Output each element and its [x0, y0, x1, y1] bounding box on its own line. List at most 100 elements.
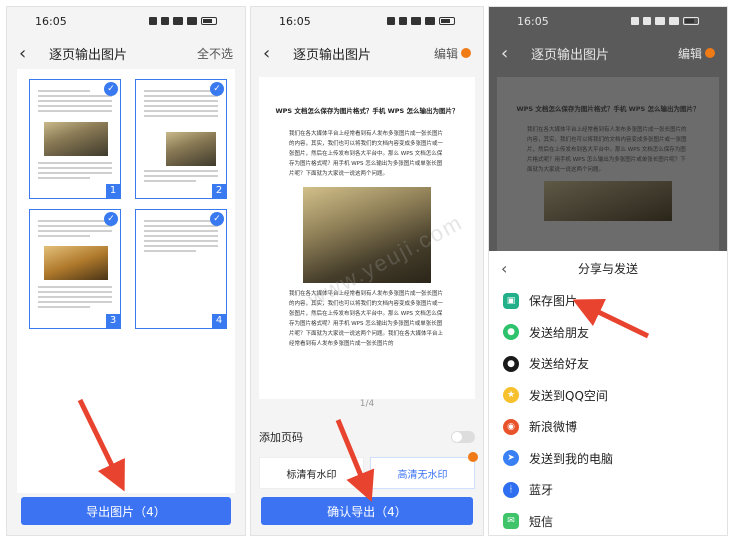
checked-icon[interactable]: ✓ [104, 212, 118, 226]
share-sheet-title: 分享与发送 [577, 261, 638, 276]
share-sheet: ‹ 分享与发送 ▣ 保存图片 ● 发送给朋友 ● 发送给好友 ★ 发送到QQ空间… [489, 251, 727, 535]
quality-options: 标清有水印 高清无水印 [259, 452, 478, 489]
thumbnail-image [44, 122, 108, 156]
share-sheet-header: ‹ 分享与发送 [489, 251, 727, 285]
alarm-icon [149, 17, 157, 25]
doc-image [544, 181, 672, 221]
signal-icon [173, 17, 183, 25]
back-arrow-icon[interactable]: ‹ [501, 259, 521, 278]
page-number: 4 [212, 314, 226, 328]
add-page-number-row: 添加页码 [259, 427, 475, 447]
quality-no-watermark-option[interactable]: 高清无水印 [370, 452, 478, 489]
qq-icon: ● [503, 355, 519, 372]
title-bar: ‹ 逐页输出图片 编辑 [251, 35, 483, 71]
confirm-export-button[interactable]: 确认导出（4） [261, 497, 473, 525]
share-item-weibo[interactable]: ◉ 新浪微博 [489, 411, 727, 443]
export-images-button[interactable]: 导出图片（4） [21, 497, 231, 525]
back-arrow-icon: ‹ [501, 42, 509, 64]
title-bar: ‹ 逐页输出图片 编辑 [489, 35, 727, 71]
checked-icon[interactable]: ✓ [104, 82, 118, 96]
share-item-my-computer[interactable]: ➤ 发送到我的电脑 [489, 443, 727, 475]
page-title: 逐页输出图片 [531, 47, 610, 63]
qzone-star-icon: ★ [503, 387, 519, 404]
edit-button[interactable]: 编辑 [434, 45, 471, 62]
add-page-number-label: 添加页码 [259, 431, 303, 444]
crown-icon [468, 452, 478, 462]
back-arrow-icon[interactable]: ‹ [19, 43, 37, 64]
document-preview: WPS 文档怎么保存为图片格式？手机 WPS 怎么输出为图片？ 我们在各大媒体平… [497, 77, 719, 251]
status-time: 16:05 [35, 14, 67, 28]
page-indicator: 1/4 [359, 399, 375, 409]
share-item-label: 新浪微博 [529, 420, 578, 435]
thumbnail-image [166, 132, 216, 166]
share-item-label: 发送到我的电脑 [529, 451, 614, 466]
signal-icon [425, 17, 435, 25]
bluetooth-icon: ᛂ [503, 481, 519, 498]
share-item-save-image[interactable]: ▣ 保存图片 [489, 285, 727, 317]
share-item-qq[interactable]: ● 发送给好友 [489, 348, 727, 380]
thumbnail-image [44, 246, 108, 280]
weibo-icon: ◉ [503, 418, 519, 435]
page-thumbnail-grid: ✓ 1 ✓ 2 ✓ 3 ✓ 4 [17, 69, 235, 493]
edit-label: 编辑 [677, 46, 702, 61]
status-time: 16:05 [517, 14, 549, 28]
signal-icon [669, 17, 679, 25]
wifi-icon [161, 17, 169, 25]
share-item-label: 发送到QQ空间 [529, 388, 608, 403]
battery-icon [201, 17, 217, 25]
edit-label: 编辑 [433, 46, 458, 61]
page-title: 逐页输出图片 [49, 47, 128, 63]
page-number: 3 [106, 314, 120, 328]
page-thumbnail-3[interactable]: ✓ 3 [29, 209, 121, 329]
share-item-label: 短信 [529, 514, 554, 529]
share-item-sms[interactable]: ✉ 短信 [489, 506, 727, 536]
battery-icon [439, 17, 455, 25]
doc-paragraph: 我们在各大媒体平台上经常看到有人发布多张图片成一张长图片的内容，其实，我们也可以… [289, 131, 444, 177]
page-number: 2 [212, 184, 226, 198]
crown-icon [461, 48, 471, 58]
alarm-icon [631, 17, 639, 25]
page-number-toggle[interactable] [451, 431, 475, 443]
doc-title: WPS 文档怎么保存为图片格式？手机 WPS 怎么输出为图片？ [516, 105, 700, 113]
page-thumbnail-2[interactable]: ✓ 2 [135, 79, 227, 199]
page-thumbnail-4[interactable]: ✓ 4 [135, 209, 227, 329]
signal-icon [411, 17, 421, 25]
battery-icon [683, 17, 699, 25]
quality-watermark-option[interactable]: 标清有水印 [259, 457, 364, 489]
share-item-label: 发送给好友 [529, 357, 590, 372]
crown-icon [705, 48, 715, 58]
page-title: 逐页输出图片 [293, 47, 372, 63]
status-bar: 16:05 [489, 7, 727, 35]
share-item-qzone[interactable]: ★ 发送到QQ空间 [489, 380, 727, 412]
signal-icon [187, 17, 197, 25]
panel-page-selection: 16:05 ‹ 逐页输出图片 全不选 ✓ 1 ✓ 2 ✓ 3 ✓ 4 导出图片（… [6, 6, 246, 536]
computer-icon: ➤ [503, 450, 519, 467]
page-thumbnail-1[interactable]: ✓ 1 [29, 79, 121, 199]
status-bar: 16:05 [7, 7, 245, 35]
wifi-icon [643, 17, 651, 25]
doc-paragraph: 我们在各大媒体平台上经常看到有人发布多张图片成一张长图片的内容，其实，我们也可以… [289, 291, 444, 347]
title-bar: ‹ 逐页输出图片 全不选 [7, 35, 245, 71]
status-bar: 16:05 [251, 7, 483, 35]
checked-icon[interactable]: ✓ [210, 212, 224, 226]
wechat-icon: ● [503, 324, 519, 341]
share-item-label: 发送给朋友 [529, 325, 590, 340]
share-item-wechat[interactable]: ● 发送给朋友 [489, 317, 727, 349]
photo-icon: ▣ [503, 292, 519, 309]
dimmed-background[interactable]: 16:05 ‹ 逐页输出图片 编辑 WPS 文档怎么保存为图片格式？手机 WPS… [489, 7, 727, 251]
panel-share-send: 16:05 ‹ 逐页输出图片 编辑 WPS 文档怎么保存为图片格式？手机 WPS… [488, 6, 728, 536]
edit-button: 编辑 [678, 45, 715, 62]
share-item-label: 保存图片 [529, 294, 578, 309]
checked-icon[interactable]: ✓ [210, 82, 224, 96]
deselect-all-button[interactable]: 全不选 [197, 45, 233, 62]
page-number: 1 [106, 184, 120, 198]
share-item-label: 蓝牙 [529, 483, 554, 498]
status-time: 16:05 [279, 14, 311, 28]
quality-no-watermark-label: 高清无水印 [397, 469, 448, 481]
alarm-icon [387, 17, 395, 25]
wifi-icon [399, 17, 407, 25]
sms-icon: ✉ [503, 513, 519, 530]
share-item-bluetooth[interactable]: ᛂ 蓝牙 [489, 474, 727, 506]
back-arrow-icon[interactable]: ‹ [263, 43, 281, 64]
doc-title: WPS 文档怎么保存为图片格式？手机 WPS 怎么输出为图片？ [275, 107, 459, 115]
